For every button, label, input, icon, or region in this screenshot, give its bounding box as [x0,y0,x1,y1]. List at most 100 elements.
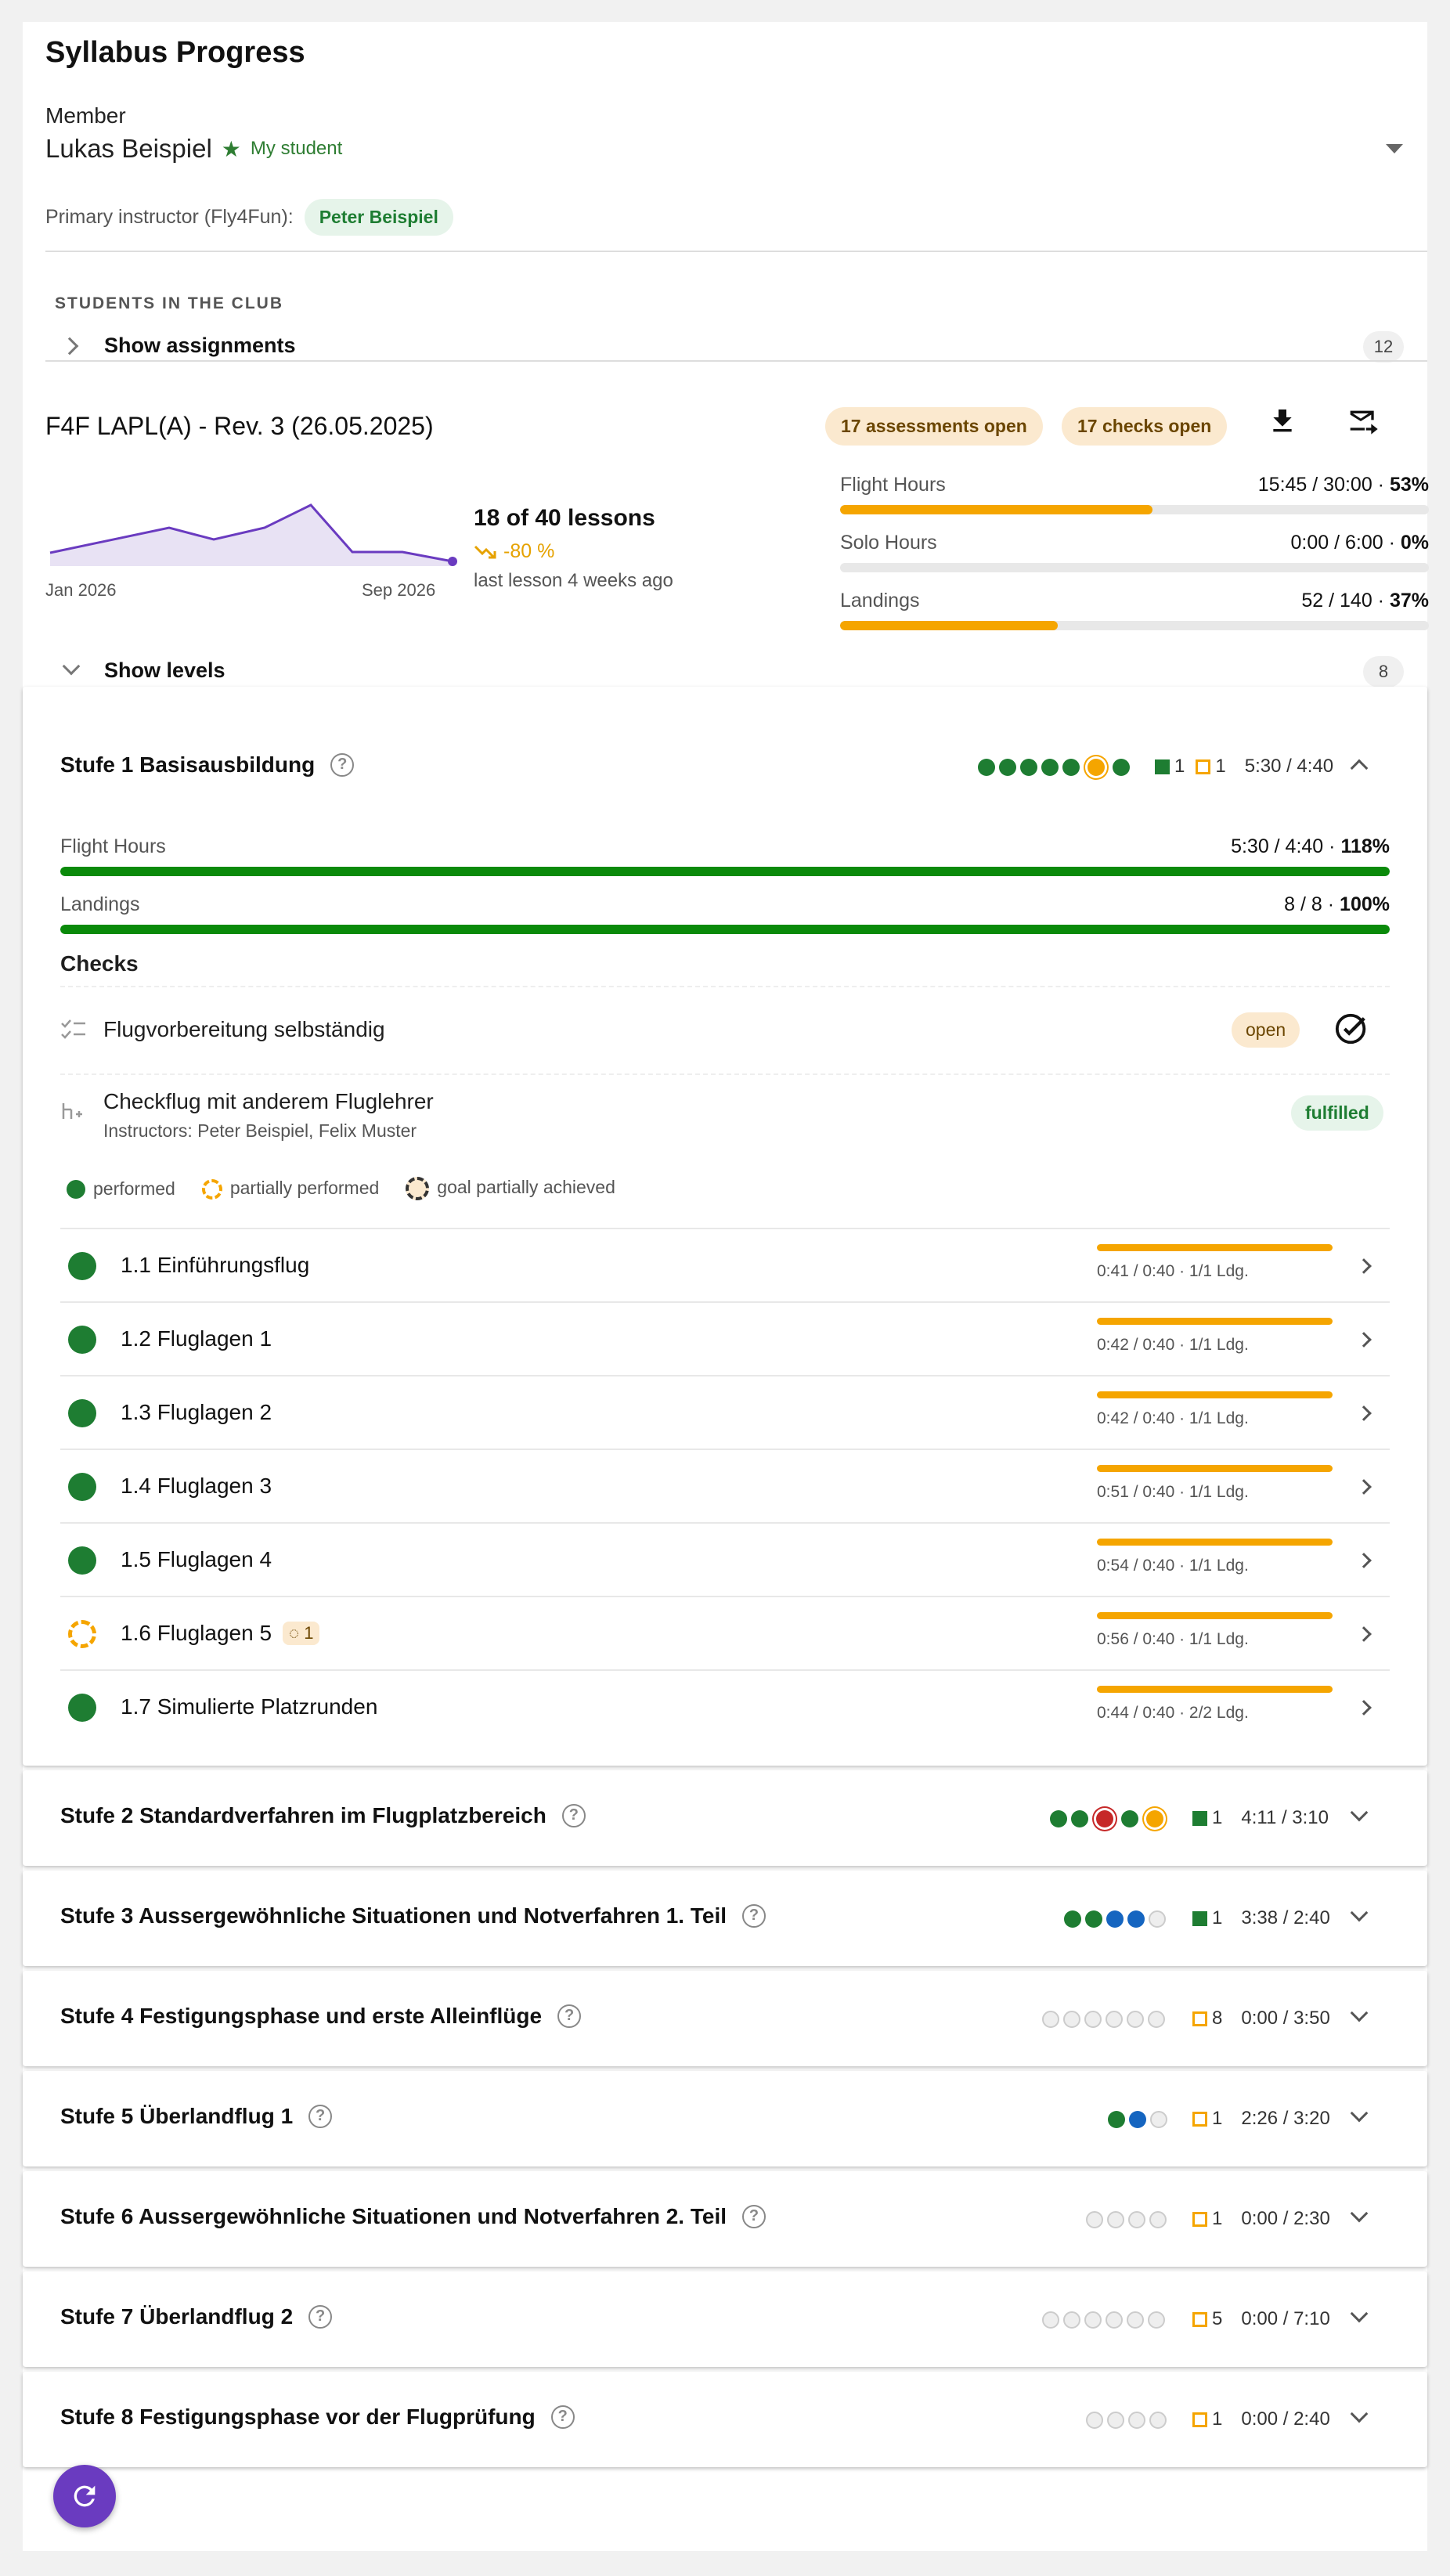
chevron-down-icon[interactable] [1350,2405,1369,2423]
legend-partial: partially performed [201,1178,379,1200]
lesson-row[interactable]: 1.7 Simulierte Platzrunden 0:44 / 0:40 ·… [60,1669,1390,1743]
help-icon[interactable]: ? [561,1804,586,1827]
level-card-3[interactable]: Stufe 3 Aussergewöhnliche Situationen un… [23,1871,1427,1966]
stat-label: Flight Hours [60,835,166,857]
lesson-row[interactable]: 1.3 Fluglagen 2 0:42 / 0:40 · 1/1 Ldg. [60,1375,1390,1449]
checks-count: 1 [1212,1807,1223,1828]
stat-landings: Landings 52 / 140 · 37% [840,590,1429,637]
level-card-4[interactable]: Stufe 4 Festigungsphase und erste Allein… [23,1971,1427,2066]
check-name: Flugvorbereitung selbständig [103,1017,385,1041]
lesson-status-dots [1108,2111,1167,2128]
dot-performed [1041,759,1059,776]
level-card-5[interactable]: Stufe 5 Überlandflug 1 ? 1 2:26 / 3:20 [23,2071,1427,2167]
download-icon[interactable] [1267,406,1298,441]
lesson-row[interactable]: 1.6 Fluglagen 5 ◌ 1 0:56 / 0:40 · 1/1 Ld… [60,1596,1390,1669]
check-confirm-icon[interactable] [1334,1011,1370,1047]
checks-count: 5 [1212,2308,1223,2329]
lesson-status-dots [1042,2311,1165,2329]
primary-instructor-chip[interactable]: Peter Beispiel [304,199,453,236]
progress-bar [60,925,1390,934]
level-header[interactable]: Stufe 1 Basisausbildung ? [60,752,355,777]
level-landings: Landings 8 / 8 · 100% [60,893,1390,940]
chevron-down-icon[interactable] [1350,1903,1369,1922]
help-icon[interactable]: ? [557,2004,582,2028]
lesson-status-dots [1086,2412,1167,2429]
level-hours: 0:00 / 2:40 [1241,2408,1330,2430]
lesson-name: 1.6 Fluglagen 5 [121,1621,272,1645]
dot-performed [999,759,1016,776]
progress-bar [840,621,1429,630]
last-lesson-text: last lesson 4 weeks ago [474,570,673,591]
performed-icon [67,1180,85,1200]
performed-icon [68,1546,96,1575]
check-status-fulfilled: fulfilled [1291,1095,1383,1131]
level-meta: 1 4:11 / 3:10 [1192,1807,1329,1829]
level-header: Stufe 5 Überlandflug 1 ? [60,2104,333,2129]
level-card-7[interactable]: Stufe 7 Überlandflug 2 ? 5 0:00 / 7:10 [23,2271,1427,2367]
chevron-up-icon[interactable] [1350,759,1369,777]
send-mail-icon[interactable] [1347,406,1382,441]
performed-icon [68,1694,96,1722]
level-card-2[interactable]: Stufe 2 Standardverfahren im Flugplatzbe… [23,1770,1427,1866]
member-name: Lukas Beispiel [45,134,212,163]
goal-partial-icon [406,1177,430,1200]
help-icon[interactable]: ? [742,2205,766,2228]
chevron-right-icon [1356,1626,1372,1642]
assessments-open-chip[interactable]: 17 assessments open [825,407,1043,446]
help-icon[interactable]: ? [742,1904,766,1928]
chevron-down-icon[interactable] [1350,1803,1369,1822]
dot-performed [1020,759,1037,776]
level-meta: 1 1 5:30 / 4:40 [1155,756,1333,777]
lesson-status-dots [1064,1910,1166,1928]
level-card-1: Stufe 1 Basisausbildung ? 1 1 5:30 / 4:4… [23,687,1427,1766]
chevron-down-icon[interactable] [1350,2004,1369,2022]
refresh-button[interactable] [53,2465,116,2527]
checks-open-chip[interactable]: 17 checks open [1062,407,1228,446]
refresh-icon [74,2485,96,2507]
checks-done-count: 1 [1174,756,1185,777]
syllabus-title: F4F LAPL(A) - Rev. 3 (26.05.2025) [45,412,434,440]
help-icon[interactable]: ? [308,2105,333,2128]
chevron-down-icon[interactable] [1350,2304,1369,2323]
level-hours: 5:30 / 4:40 [1244,756,1334,777]
chevron-right-icon [1356,1405,1372,1421]
level-meta: 1 3:38 / 2:40 [1192,1907,1330,1929]
chevron-down-icon[interactable] [1350,2204,1369,2223]
level-hours: 3:38 / 2:40 [1241,1907,1330,1928]
lesson-row[interactable]: 1.4 Fluglagen 3 0:51 / 0:40 · 1/1 Ldg. [60,1449,1390,1522]
help-icon[interactable]: ? [308,2305,333,2329]
lesson-row[interactable]: 1.5 Fluglagen 4 0:54 / 0:40 · 1/1 Ldg. [60,1522,1390,1596]
chart-x-end-label: Sep 2026 [362,580,436,600]
lesson-row[interactable]: 1.1 Einführungsflug 0:41 / 0:40 · 1/1 Ld… [60,1228,1390,1301]
goal-partial-badge: ◌ 1 [283,1622,320,1645]
dropdown-arrow-icon[interactable] [1386,144,1403,153]
level-card-8[interactable]: Stufe 8 Festigungsphase vor der Flugprüf… [23,2372,1427,2467]
checks-count: 1 [1212,2408,1223,2430]
lesson-progress-bar [1097,1391,1333,1398]
stat-value: 0:00 / 6:00 · 0% [1290,532,1429,554]
lesson-sub: 0:51 / 0:40 · 1/1 Ldg. [1097,1483,1249,1501]
chevron-down-icon[interactable] [1350,2104,1369,2123]
check-instructors: Instructors: Peter Beispiel, Felix Muste… [103,1120,417,1141]
level-card-6[interactable]: Stufe 6 Aussergewöhnliche Situationen un… [23,2171,1427,2267]
stat-value: 8 / 8 · 100% [1284,893,1390,915]
checks-open-icon [1192,2211,1207,2227]
page-title: Syllabus Progress [45,36,305,69]
partial-icon [68,1620,96,1648]
level-header: Stufe 2 Standardverfahren im Flugplatzbe… [60,1803,586,1828]
checklist-icon [61,1019,85,1039]
lesson-name: 1.2 Fluglagen 1 [121,1326,272,1351]
checks-done-icon [1155,759,1170,774]
checks-done-icon [1192,1910,1207,1926]
lesson-row[interactable]: 1.2 Fluglagen 1 0:42 / 0:40 · 1/1 Ldg. [60,1301,1390,1375]
level-hours: 0:00 / 3:50 [1241,2008,1330,2029]
legend-goal-partial: goal partially achieved [406,1177,615,1200]
stat-value: 15:45 / 30:00 · 53% [1257,474,1429,496]
member-select[interactable]: Lukas Beispiel ★ My student [45,134,342,164]
lesson-progress-bar [1097,1244,1333,1251]
level-hours: 0:00 / 7:10 [1241,2308,1330,2329]
checks-count: 1 [1212,2108,1223,2129]
help-icon[interactable]: ? [330,753,355,777]
lesson-status-dots [1042,2011,1165,2028]
help-icon[interactable]: ? [550,2405,575,2429]
